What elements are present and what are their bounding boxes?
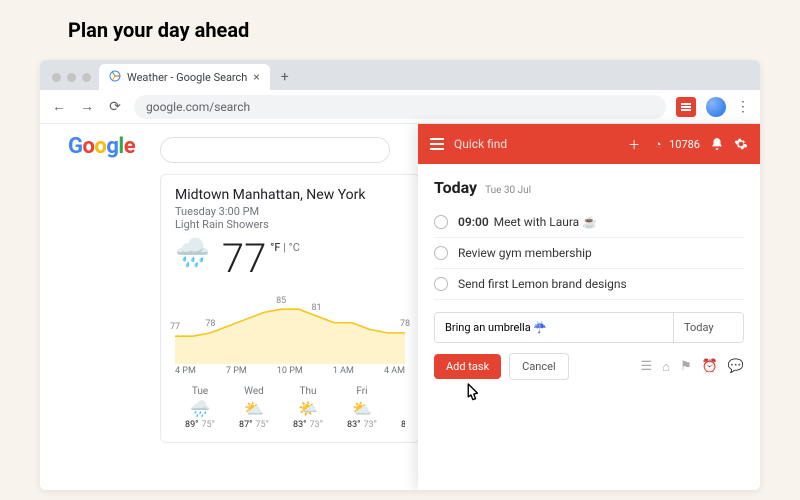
url-input[interactable]: google.com/search [134,95,666,119]
new-task-input[interactable] [435,313,673,342]
forecast-day-name: Sat [391,386,405,397]
cancel-button[interactable]: Cancel [509,353,568,380]
task-row[interactable]: Send first Lemon brand designs [434,269,744,300]
forecast-hi: 89° [185,420,198,430]
forecast-day[interactable]: Thu 🌤️ 83° 73° [283,386,333,430]
add-task-icon[interactable]: ＋ [627,137,641,151]
karma-score[interactable]: ◔ 10786 [651,137,700,151]
cursor-pointer-icon [460,382,482,411]
tab-bar: Weather - Google Search × + [40,60,760,90]
forward-icon[interactable]: → [78,98,96,115]
tab-title: Weather - Google Search [127,71,247,84]
forecast-day[interactable]: Wed ⛅ 87° 75° [229,386,279,430]
weather-units[interactable]: °F | °C [270,241,300,254]
window-controls[interactable] [48,73,99,90]
forecast-day-name: Thu [283,386,333,397]
chart-data-label: 78 [400,319,410,329]
karma-icon: ◔ [651,137,665,151]
settings-gear-icon[interactable] [734,137,748,151]
weather-time: Tuesday 3:00 PM [175,205,405,218]
page-content: Google Midtown Manhattan, New York Tuesd… [40,124,760,490]
tag-icon[interactable]: ⌂ [662,359,670,375]
back-icon[interactable]: ← [50,98,68,115]
list-icon[interactable]: ☰ [640,359,652,375]
forecast-day-name: Tue [175,386,225,397]
chart-data-label: 78 [205,319,215,329]
close-tab-icon[interactable]: × [253,70,259,84]
chart-data-label: 81 [311,303,321,313]
new-task-row [434,312,744,343]
forecast-lo: 75° [202,420,215,430]
forecast-hi: 82° [401,420,405,430]
menu-icon[interactable] [430,137,444,151]
weather-current-icon: 🌧️ [175,239,210,267]
todoist-extension-icon[interactable] [676,97,696,117]
weather-card: Midtown Manhattan, New York Tuesday 3:00… [160,174,420,443]
forecast-day-icon: ⛅ [337,399,387,418]
weather-condition: Light Rain Showers [175,218,405,231]
reminder-clock-icon[interactable]: ⏰ [702,359,718,375]
browser-menu-icon[interactable]: ⋮ [736,99,750,115]
forecast-lo: 75° [256,420,269,430]
task-tools: ☰ ⌂ ⚑ ⏰ 💬 [640,359,744,375]
todoist-header: ＋ ◔ 10786 [418,124,760,164]
task-label: Review gym membership [458,246,592,260]
reload-icon[interactable]: ⟳ [106,99,124,115]
add-task-button[interactable]: Add task [434,354,501,379]
forecast-day-icon: 🌧️ [391,399,405,418]
task-label: 09:00 Meet with Laura ☕ [458,215,597,229]
forecast-hi: 83° [293,420,306,430]
todoist-panel: ＋ ◔ 10786 Today Tue 30 Jul [418,124,760,490]
task-checkbox[interactable] [434,215,448,229]
task-checkbox[interactable] [434,277,448,291]
quick-find-input[interactable] [454,137,617,151]
forecast-hi: 83° [347,420,360,430]
google-logo[interactable]: Google [68,134,135,159]
forecast-lo: 73° [364,420,377,430]
task-row[interactable]: Review gym membership [434,238,744,269]
google-search-input[interactable] [160,137,390,163]
section-title: Today [434,178,477,197]
weather-forecast-row: Tue 🌧️ 89° 75° Wed ⛅ 87° 75° Thu 🌤️ 83° 73°… [175,386,405,430]
forecast-day-icon: 🌧️ [175,399,225,418]
weather-temp: 77 [222,239,266,279]
forecast-hi: 87° [239,420,252,430]
page-headline: Plan your day ahead [68,18,249,42]
notifications-icon[interactable] [710,137,724,151]
browser-tab[interactable]: Weather - Google Search × [99,64,270,90]
forecast-day[interactable]: Sat 🌧️ 82°73° [391,386,405,430]
task-checkbox[interactable] [434,246,448,260]
profile-avatar[interactable] [706,97,726,117]
forecast-day-icon: ⛅ [229,399,279,418]
forecast-day-name: Fri [337,386,387,397]
flag-icon[interactable]: ⚑ [680,359,692,375]
forecast-day-name: Wed [229,386,279,397]
task-label: Send first Lemon brand designs [458,277,627,291]
browser-window: Weather - Google Search × + ← → ⟳ google… [40,60,760,490]
comment-icon[interactable]: 💬 [728,359,744,375]
forecast-day-icon: 🌤️ [283,399,333,418]
weather-hourly-chart: 7778858178 [175,289,405,364]
chart-data-label: 77 [170,322,180,332]
task-row[interactable]: 09:00 Meet with Laura ☕ [434,207,744,238]
schedule-input[interactable] [673,313,743,342]
forecast-day[interactable]: Fri ⛅ 83° 73° [337,386,387,430]
new-tab-button[interactable]: + [274,66,296,88]
weather-location: Midtown Manhattan, New York [175,187,405,203]
address-bar: ← → ⟳ google.com/search ⋮ [40,90,760,124]
forecast-day[interactable]: Tue 🌧️ 89° 75° [175,386,225,430]
chart-data-label: 85 [276,296,286,306]
forecast-lo: 73° [310,420,323,430]
section-date: Tue 30 Jul [485,185,531,196]
task-list: 09:00 Meet with Laura ☕ Review gym membe… [434,207,744,300]
google-favicon-icon [109,70,121,85]
